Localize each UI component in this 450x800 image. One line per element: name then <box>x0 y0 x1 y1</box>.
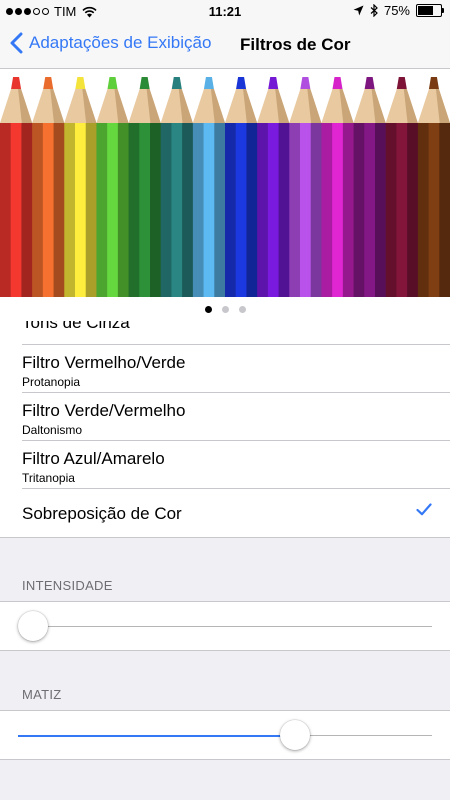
filter-option-title: Filtro Azul/Amarelo <box>22 449 165 468</box>
filter-option-subtitle: Tritanopia <box>22 471 75 485</box>
hue-section-label: MATIZ <box>22 687 62 702</box>
hue-slider-track[interactable] <box>18 734 432 737</box>
location-arrow-icon <box>353 5 364 16</box>
filter-option-subtitle: Protanopia <box>22 375 81 389</box>
hue-slider[interactable] <box>0 710 450 760</box>
filter-option-deuteranopia[interactable]: Filtro Verde/Vermelho Daltonismo <box>0 393 450 441</box>
pencil <box>385 77 419 297</box>
chevron-left-icon <box>10 32 23 54</box>
pencil <box>192 77 226 297</box>
pencil <box>257 77 290 297</box>
filter-option-grayscale[interactable]: Tons de Cinza <box>0 321 450 345</box>
filter-option-title: Filtro Verde/Vermelho <box>22 401 186 420</box>
filter-option-title: Tons de Cinza <box>22 321 130 332</box>
pencil <box>160 77 194 297</box>
pencil <box>225 77 258 297</box>
pencil <box>96 77 130 297</box>
filter-option-color-tint[interactable]: Sobreposição de Cor <box>0 489 450 537</box>
battery-icon <box>416 4 444 17</box>
pencil <box>321 77 355 297</box>
color-filter-list: Tons de Cinza Filtro Vermelho/Verde Prot… <box>0 321 450 538</box>
page-indicator[interactable] <box>0 297 450 322</box>
back-button[interactable]: Adaptações de Exibição <box>10 32 211 54</box>
page-dot[interactable] <box>204 305 212 313</box>
intensity-section-label: INTENSIDADE <box>22 578 113 593</box>
filter-option-subtitle: Daltonismo <box>22 423 83 437</box>
navigation-bar: Adaptações de Exibição Filtros de Cor <box>0 22 450 69</box>
page-dot[interactable] <box>238 305 246 313</box>
filter-option-tritanopia[interactable]: Filtro Azul/Amarelo Tritanopia <box>0 441 450 489</box>
intensity-slider[interactable] <box>0 601 450 651</box>
intensity-slider-thumb[interactable] <box>18 611 48 641</box>
filter-option-title: Filtro Vermelho/Verde <box>22 353 186 372</box>
intensity-slider-track[interactable] <box>18 626 432 627</box>
status-right: 75% <box>353 3 444 18</box>
pencil <box>289 77 322 297</box>
status-bar: TIM 11:21 75% <box>0 0 450 22</box>
battery-percent: 75% <box>383 3 410 18</box>
pencil <box>32 77 65 297</box>
back-button-label: Adaptações de Exibição <box>29 33 212 52</box>
pencil <box>417 77 450 297</box>
color-filter-preview-image[interactable] <box>0 69 450 297</box>
pencil <box>0 77 33 297</box>
pencil <box>353 77 387 297</box>
colored-pencils-image <box>0 77 450 297</box>
hue-slider-fill <box>18 734 296 737</box>
pencil <box>128 77 162 297</box>
filter-option-title: Sobreposição de Cor <box>22 504 182 523</box>
page-title: Filtros de Cor <box>240 35 351 54</box>
hue-slider-thumb[interactable] <box>280 720 311 750</box>
bluetooth-icon <box>370 4 378 17</box>
checkmark-icon <box>416 503 432 516</box>
pencil <box>64 77 97 297</box>
filter-option-protanopia[interactable]: Filtro Vermelho/Verde Protanopia <box>0 345 450 393</box>
page-dot[interactable] <box>221 305 229 313</box>
